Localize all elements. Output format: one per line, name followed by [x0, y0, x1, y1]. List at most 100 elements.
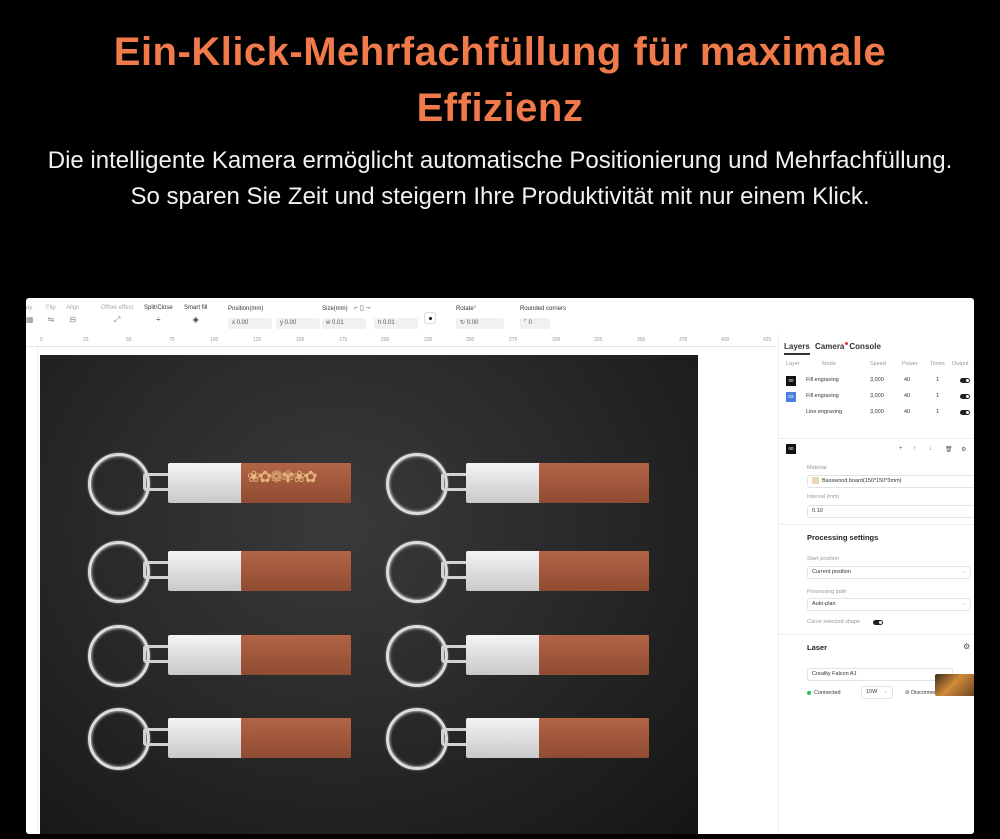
layer-color-swatch[interactable]: 00 [786, 376, 796, 386]
metal-plate [466, 551, 544, 591]
array-label: ay [26, 305, 33, 311]
carve-label: Carve selected shape [807, 619, 861, 625]
ruler-tick: 100 [210, 337, 219, 343]
laser-title: Laser [807, 643, 828, 652]
rotate-input[interactable]: ↻ 0.00 [456, 318, 504, 329]
interval-input[interactable]: 0.10 [807, 505, 974, 518]
leather-strap [539, 718, 649, 758]
rounded-corners-input[interactable]: ⌜ 0 [520, 318, 550, 329]
layer-row[interactable]: 02 Fill engraving 3,000 40 1 [784, 390, 974, 404]
layer-mode[interactable]: Fill engraving [806, 377, 839, 383]
key-ring [386, 625, 448, 687]
position-y-input[interactable]: y 0.00 [276, 318, 320, 329]
split-close-tool[interactable]: Split/Close ÷ [144, 305, 173, 324]
layer-times[interactable]: 1 [936, 377, 939, 383]
layer-speed[interactable]: 3,000 [870, 409, 884, 415]
layer-color-swatch[interactable]: 02 [786, 392, 796, 402]
align-tool[interactable]: Align ⊟ [66, 305, 79, 324]
power-select[interactable]: 10W ⌄ [861, 686, 893, 699]
layer-times[interactable]: 1 [936, 409, 939, 415]
lock-ratio-icon[interactable]: ⌐ ▯ ¬ [354, 304, 370, 312]
output-toggle[interactable] [960, 378, 970, 383]
layer-power[interactable]: 40 [904, 393, 910, 399]
output-toggle[interactable] [960, 410, 970, 415]
rotate-label: Rotate° [456, 306, 477, 312]
move-down-icon[interactable]: ↓ [929, 446, 932, 452]
laser-device-image [935, 674, 974, 696]
key-ring [88, 453, 150, 515]
ruler-tick: 275 [509, 337, 518, 343]
ruler-tick: 400 [721, 337, 730, 343]
add-layer-icon[interactable]: + [899, 446, 903, 452]
leather-strap [539, 463, 649, 503]
origin-point-button[interactable] [424, 312, 436, 324]
flip-icon: ⇋ [47, 315, 55, 324]
settings-icon[interactable]: ⚙ [963, 642, 970, 651]
output-toggle[interactable] [960, 394, 970, 399]
size-label: Size(mm) [322, 306, 348, 312]
material-select[interactable]: Basswood board(150*150*3mm) [807, 475, 974, 488]
key-ring [386, 708, 448, 770]
start-position-label: Start position [807, 556, 840, 562]
split-icon: ÷ [156, 315, 161, 324]
rotate-value: 0.00 [466, 320, 479, 326]
layer-row[interactable]: Line engraving 3,000 40 1 [784, 406, 974, 420]
key-ring [88, 541, 150, 603]
settings-icon[interactable]: ⚙ [961, 446, 966, 453]
selected-layer-swatch[interactable]: 00 [786, 444, 796, 454]
col-mode: Mode [822, 361, 836, 367]
layer-mode[interactable]: Line engraving [806, 409, 842, 415]
vertical-ruler [26, 348, 38, 834]
smart-fill-icon: ◈ [192, 315, 199, 324]
divider [779, 524, 974, 525]
key-ring [386, 541, 448, 603]
key-ring [386, 453, 448, 515]
connection-status: Connected [807, 690, 841, 696]
layer-power[interactable]: 40 [904, 409, 910, 415]
processing-path-select[interactable]: Auto-plan ⌄ [807, 598, 971, 611]
interval-label: Interval (mm) [807, 494, 840, 500]
leather-strap [241, 635, 351, 675]
layer-power[interactable]: 40 [904, 377, 910, 383]
size-w-input[interactable]: w 0.01 [322, 318, 366, 329]
layer-table-header: Layer Mode Speed Power Times Output [784, 361, 974, 371]
notification-dot [845, 342, 849, 345]
metal-plate [168, 551, 246, 591]
status-text: Connected [814, 690, 841, 696]
leather-strap [539, 635, 649, 675]
power-value: 10W [866, 689, 878, 695]
device-select[interactable]: Creality Falcon A1 ⌄ [807, 668, 953, 681]
delete-icon[interactable]: 🗑 [945, 446, 953, 453]
ruler-tick: 225 [424, 337, 433, 343]
leather-strap [539, 551, 649, 591]
array-tool[interactable]: ay ▦ [26, 305, 34, 324]
wood-swatch [812, 477, 819, 485]
tab-camera[interactable]: Camera [815, 342, 844, 351]
disconnect-button[interactable]: ⊘ Disconnect [905, 690, 938, 696]
ruler-tick: 250 [466, 337, 475, 343]
layer-mode[interactable]: Fill engraving [806, 393, 839, 399]
position-x-input[interactable]: x 0.00 [228, 318, 272, 329]
move-up-icon[interactable]: ↑ [913, 446, 916, 452]
start-position-select[interactable]: Current position ⌄ [807, 566, 971, 579]
metal-plate [466, 463, 544, 503]
tab-layers[interactable]: Layers [784, 342, 810, 355]
carve-toggle[interactable] [873, 620, 883, 625]
metal-plate [466, 635, 544, 675]
device-value: Creality Falcon A1 [812, 671, 857, 677]
size-h-input[interactable]: h 0.01 [374, 318, 418, 329]
ruler-tick: 150 [296, 337, 305, 343]
ruler-tick: 25 [83, 337, 89, 343]
leather-strap: ❀✿❁✾❀✿ [241, 463, 351, 503]
flip-tool[interactable]: Flip ⇋ [46, 305, 56, 324]
layer-times[interactable]: 1 [936, 393, 939, 399]
layer-speed[interactable]: 3,000 [870, 393, 884, 399]
tab-console[interactable]: Console [849, 342, 881, 351]
layer-speed[interactable]: 3,000 [870, 377, 884, 383]
rounded-value: 0 [528, 320, 532, 326]
camera-canvas[interactable]: ❀✿❁✾❀✿ [40, 355, 698, 834]
layer-row[interactable]: 00 Fill engraving 3,000 40 1 [784, 374, 974, 388]
offset-tool[interactable]: Offset effect ⤢ [101, 305, 133, 325]
chevron-down-icon: ⌄ [961, 569, 966, 575]
smart-fill-tool[interactable]: Smart fill ◈ [184, 305, 207, 324]
